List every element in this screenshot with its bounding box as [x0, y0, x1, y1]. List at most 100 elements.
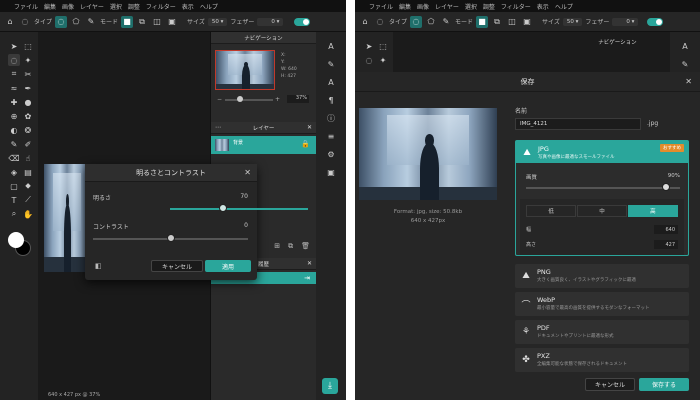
size-select[interactable]: 50 ▾	[207, 17, 228, 26]
antialias-toggle[interactable]	[647, 17, 664, 26]
navigation-thumbnail[interactable]	[215, 50, 275, 90]
save-close-icon[interactable]: ✕	[685, 77, 692, 86]
menu-file[interactable]: ファイル	[369, 2, 393, 11]
delete-layer-icon[interactable]: 🗑	[301, 242, 310, 254]
smudge-tool-icon[interactable]: ☝	[22, 152, 34, 164]
menu-filter[interactable]: フィルター	[146, 2, 176, 11]
fill-tool-icon[interactable]: ◈	[8, 166, 20, 178]
eraser-tool-icon[interactable]: ⌫	[8, 152, 20, 164]
heal-tool-icon[interactable]: ✚	[8, 96, 20, 108]
brightness-slider-thumb[interactable]	[219, 204, 227, 212]
home-icon[interactable]: ⌂	[4, 16, 16, 28]
format-card-webp[interactable]: ⌒ WebP 最小容量で最高の画質を提供するモダンなフォーマット	[515, 292, 689, 316]
marquee-tool-icon[interactable]: ⬚	[22, 40, 34, 52]
settings-panel-icon[interactable]: ⚙	[325, 148, 337, 160]
contrast-slider-thumb[interactable]	[167, 234, 175, 242]
menu-file[interactable]: ファイル	[14, 2, 38, 11]
menu-edit[interactable]: 編集	[44, 2, 56, 11]
lock-icon[interactable]: 🔒	[301, 140, 310, 148]
zoom-minus-icon[interactable]: −	[217, 96, 222, 103]
magic-wand-icon[interactable]: ✦	[377, 54, 389, 66]
history-close-icon[interactable]: ✕	[307, 260, 312, 267]
dialog-cancel-button[interactable]: キャンセル	[151, 260, 203, 272]
filename-input[interactable]: IMG_4121	[515, 118, 641, 130]
menu-help[interactable]: ヘルプ	[200, 2, 218, 11]
move-tool-icon[interactable]: ➤	[8, 40, 20, 52]
blur-tool-icon[interactable]: ⬥	[22, 180, 34, 192]
layers-close-icon[interactable]: ✕	[307, 124, 312, 131]
menu-select[interactable]: 選択	[110, 2, 122, 11]
format-card-png[interactable]: ⛰ PNG 大きく画質良く、イラストやグラフィックに最適	[515, 264, 689, 288]
menu-layer[interactable]: レイヤー	[80, 2, 104, 11]
width-input[interactable]: 640	[654, 225, 678, 234]
mode-add-icon[interactable]: ⧉	[136, 16, 148, 28]
gradient-tool-icon[interactable]: ▤	[22, 166, 34, 178]
canvas-image[interactable]	[44, 164, 90, 272]
move-tool-icon[interactable]: ➤	[363, 40, 375, 52]
menu-filter[interactable]: フィルター	[501, 2, 531, 11]
mode-subtract-icon[interactable]: ◫	[506, 16, 518, 28]
lasso-icon[interactable]: ◌	[374, 16, 386, 28]
zoom-tool-icon[interactable]: ⌕	[8, 208, 20, 220]
lasso-tool-icon[interactable]: ◌	[8, 54, 20, 66]
clone-tool-icon[interactable]: ⊕	[8, 110, 20, 122]
format-card-pdf[interactable]: ⚘ PDF ドキュメントやプリントに最適な形式	[515, 320, 689, 344]
liquify-tool-icon[interactable]: ≈	[8, 82, 20, 94]
brush-panel-icon[interactable]: ✎	[325, 58, 337, 70]
magic-wand-icon[interactable]: ✦	[22, 54, 34, 66]
zoom-plus-icon[interactable]: +	[275, 96, 280, 103]
adjust-panel-icon[interactable]: ≡	[325, 130, 337, 142]
pen-tool-icon[interactable]: ✒	[22, 82, 34, 94]
zoom-input[interactable]: 37%	[287, 95, 309, 103]
format-card-jpg[interactable]: ⛰ JPG 写真や画像に最適なスモールファイル おすすめ 画質 90% 低 中 …	[515, 140, 689, 256]
magnetic-lasso-icon[interactable]: ✎	[440, 16, 452, 28]
mode-subtract-icon[interactable]: ◫	[151, 16, 163, 28]
polygon-lasso-icon[interactable]: ⬠	[425, 16, 437, 28]
eyedropper-tool-icon[interactable]: ⟋	[22, 194, 34, 206]
menu-view[interactable]: 表示	[182, 2, 194, 11]
pattern-tool-icon[interactable]: ✿	[22, 110, 34, 122]
menu-layer[interactable]: レイヤー	[435, 2, 459, 11]
duplicate-layer-icon[interactable]: ⧉	[288, 242, 293, 254]
drop-tool-icon[interactable]: ●	[22, 96, 34, 108]
feather-select[interactable]: 0 ▾	[612, 17, 639, 26]
lasso-tool-icon[interactable]: ◌	[363, 54, 375, 66]
format-card-pxz[interactable]: ✤ PXZ 全編集可能な状態で保存されるドキュメント	[515, 348, 689, 372]
image-panel-icon[interactable]: ▣	[325, 166, 337, 178]
quality-low-button[interactable]: 低	[526, 205, 577, 217]
menu-edit[interactable]: 編集	[399, 2, 411, 11]
polygon-lasso-icon[interactable]: ⬠	[70, 16, 82, 28]
size-select[interactable]: 50 ▾	[562, 17, 583, 26]
lasso-icon[interactable]: ◌	[19, 16, 31, 28]
zoom-slider-thumb[interactable]	[237, 96, 243, 102]
dialog-apply-button[interactable]: 適用	[205, 260, 251, 272]
menu-select[interactable]: 選択	[465, 2, 477, 11]
save-cancel-button[interactable]: キャンセル	[585, 378, 635, 391]
layers-menu-icon[interactable]: ⋯	[215, 124, 221, 131]
cut-tool-icon[interactable]: ✂	[22, 68, 34, 80]
mode-new-icon[interactable]: ■	[121, 15, 134, 28]
menu-help[interactable]: ヘルプ	[555, 2, 573, 11]
height-input[interactable]: 427	[654, 240, 678, 249]
mode-new-icon[interactable]: ■	[476, 15, 489, 28]
hand-tool-icon[interactable]: ✋	[22, 208, 34, 220]
lasso-type-icon[interactable]: ◌	[410, 15, 423, 28]
brush-panel-icon[interactable]: ✎	[679, 58, 691, 70]
quality-high-button[interactable]: 高	[627, 205, 678, 217]
character-panel-icon[interactable]: A	[325, 76, 337, 88]
text-panel-icon[interactable]: A	[325, 40, 337, 52]
mode-add-icon[interactable]: ⧉	[491, 16, 503, 28]
menu-adjust[interactable]: 調整	[483, 2, 495, 11]
sponge-tool-icon[interactable]: ❂	[22, 124, 34, 136]
quality-slider[interactable]	[526, 187, 680, 189]
magnetic-lasso-icon[interactable]: ✎	[85, 16, 97, 28]
shape-tool-icon[interactable]: ▢	[8, 180, 20, 192]
menu-view[interactable]: 表示	[537, 2, 549, 11]
quality-medium-button[interactable]: 中	[576, 205, 628, 217]
brush-tool-icon[interactable]: ✎	[8, 138, 20, 150]
pencil-tool-icon[interactable]: ✐	[22, 138, 34, 150]
text-panel-icon[interactable]: A	[679, 40, 691, 52]
menu-adjust[interactable]: 調整	[128, 2, 140, 11]
menu-image[interactable]: 画像	[62, 2, 74, 11]
antialias-toggle[interactable]	[294, 17, 311, 26]
